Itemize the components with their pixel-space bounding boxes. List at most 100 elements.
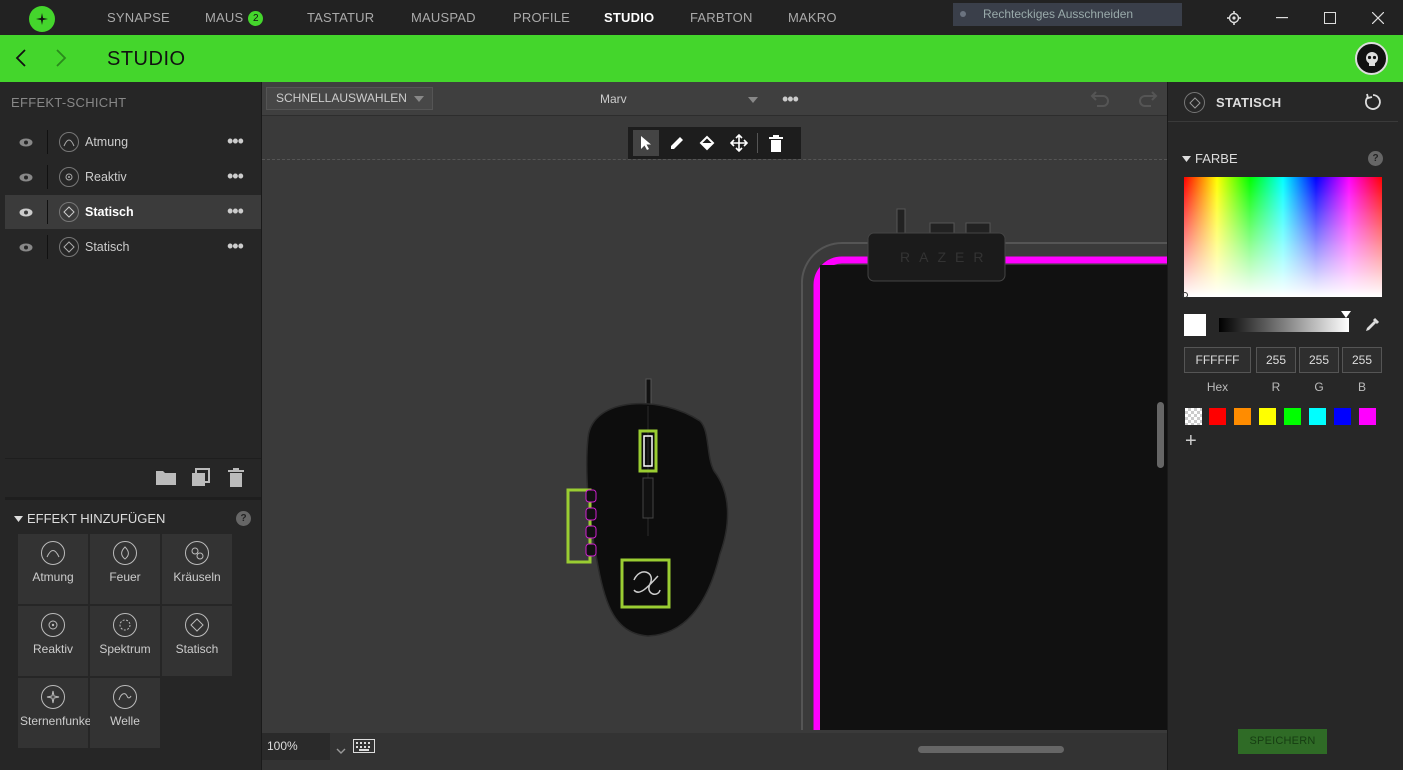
layer-row[interactable]: Statisch ••• [5, 230, 261, 264]
color-section-header[interactable]: FARBE [1182, 151, 1238, 166]
effect-tile-atmung[interactable]: Atmung [18, 534, 88, 604]
pencil-icon[interactable] [664, 130, 690, 156]
snipping-tool-overlay: Rechteckiges Ausschneiden [953, 3, 1182, 26]
quick-select-dropdown[interactable]: SCHNELLAUSWAHLEN [266, 87, 433, 110]
preset-orange[interactable] [1234, 408, 1251, 425]
collapse-caret-icon [1182, 155, 1191, 162]
nav-farbton[interactable]: FARBTON [690, 0, 753, 35]
more-options-icon[interactable]: ••• [227, 167, 261, 185]
eye-icon[interactable] [5, 173, 47, 182]
effect-tile-kraeuseln[interactable]: Kräuseln [162, 534, 232, 604]
brightness-slider-handle[interactable] [1341, 311, 1351, 318]
maximize-icon[interactable] [1310, 0, 1350, 35]
chevron-down-icon[interactable] [336, 742, 346, 760]
zoom-level[interactable]: 100% [262, 733, 330, 760]
eye-icon[interactable] [5, 138, 47, 147]
paint-bucket-icon[interactable] [695, 130, 721, 156]
hex-input[interactable]: FFFFFF [1184, 347, 1251, 373]
vertical-scrollbar[interactable] [1157, 402, 1164, 468]
blue-input[interactable]: 255 [1342, 347, 1382, 373]
redo-icon[interactable] [1138, 90, 1158, 113]
profile-dropdown[interactable]: Marv [590, 88, 767, 111]
nav-makro[interactable]: MAKRO [788, 0, 837, 35]
chevron-down-icon [414, 96, 424, 102]
layer-separator [47, 130, 48, 154]
layer-separator [47, 235, 48, 259]
fire-icon [113, 541, 137, 565]
nav-profile-label: PROFILE [513, 10, 571, 25]
trash-icon[interactable] [763, 130, 789, 156]
spectrum-cursor[interactable] [1182, 292, 1188, 298]
mousepad-device[interactable] [800, 205, 1167, 730]
tile-label: Atmung [32, 570, 74, 584]
mousepad-brand: RAZER [900, 249, 993, 265]
folder-icon[interactable] [156, 469, 176, 490]
more-options-icon[interactable]: ••• [782, 90, 816, 108]
preset-transparent[interactable] [1185, 408, 1202, 425]
green-input[interactable]: 255 [1299, 347, 1339, 373]
preset-yellow[interactable] [1259, 408, 1276, 425]
nav-studio[interactable]: STUDIO [604, 0, 654, 35]
tile-label: Spektrum [99, 642, 151, 656]
nav-profile[interactable]: PROFILE [513, 0, 570, 35]
save-button[interactable]: SPEICHERN [1238, 729, 1327, 754]
more-options-icon[interactable]: ••• [227, 132, 261, 150]
preset-blue[interactable] [1334, 408, 1351, 425]
static-icon [59, 237, 79, 257]
more-options-icon[interactable]: ••• [227, 202, 261, 220]
settings-gear-icon[interactable] [1214, 0, 1254, 35]
preset-cyan[interactable] [1309, 408, 1326, 425]
nav-synapse[interactable]: SYNAPSE [107, 0, 170, 35]
preset-green[interactable] [1284, 408, 1301, 425]
minimize-icon[interactable] [1262, 0, 1302, 35]
close-icon[interactable] [1358, 0, 1398, 35]
nav-mauspad[interactable]: MAUSPAD [411, 0, 476, 35]
undo-icon[interactable] [1090, 90, 1110, 113]
add-effect-title: EFFEKT HINZUFÜGEN [27, 511, 166, 526]
add-effect-header[interactable]: EFFEKT HINZUFÜGEN [14, 511, 165, 526]
horizontal-scrollbar[interactable] [918, 746, 1064, 753]
nav-tastatur[interactable]: TASTATUR [307, 0, 374, 35]
user-avatar[interactable] [1355, 42, 1388, 75]
effect-tile-spektrum[interactable]: Spektrum [90, 606, 160, 676]
effect-tile-sternenfunkeln[interactable]: Sternenfunkeln [18, 678, 101, 748]
layer-name: Statisch [85, 240, 130, 254]
trash-icon[interactable] [228, 468, 244, 492]
add-color-icon[interactable]: + [1185, 430, 1197, 453]
layer-row-selected[interactable]: Statisch ••• [5, 195, 261, 229]
keyboard-icon[interactable] [353, 739, 375, 758]
eyedropper-icon[interactable] [1364, 317, 1380, 338]
effect-tile-reaktiv[interactable]: Reaktiv [18, 606, 88, 676]
preset-red[interactable] [1209, 408, 1226, 425]
eye-icon[interactable] [5, 208, 47, 217]
back-arrow-icon[interactable] [14, 48, 28, 73]
move-icon[interactable] [726, 130, 752, 156]
layer-row[interactable]: Reaktiv ••• [5, 160, 261, 194]
mouse-device[interactable] [560, 376, 740, 640]
duplicate-icon[interactable] [191, 468, 210, 492]
more-options-icon[interactable]: ••• [227, 237, 261, 255]
nav-maus[interactable]: MAUS 2 [205, 0, 264, 35]
canvas-divider [262, 159, 1167, 160]
reset-icon[interactable] [1364, 93, 1382, 116]
help-icon[interactable]: ? [1368, 151, 1383, 166]
device-count-badge: 2 [248, 11, 264, 26]
effect-tile-welle[interactable]: Welle [90, 678, 160, 748]
pointer-icon[interactable] [633, 130, 659, 156]
effect-layer-title: EFFEKT-SCHICHT [11, 95, 127, 110]
forward-arrow-icon[interactable] [54, 48, 68, 73]
effect-tile-feuer[interactable]: Feuer [90, 534, 160, 604]
nav-maus-label: MAUS [205, 10, 244, 25]
color-spectrum-picker[interactable] [1184, 177, 1382, 297]
eye-icon[interactable] [5, 243, 47, 252]
red-input[interactable]: 255 [1256, 347, 1296, 373]
layer-row[interactable]: Atmung ••• [5, 125, 261, 159]
brightness-slider[interactable] [1219, 318, 1349, 332]
starlight-icon [41, 685, 65, 709]
razer-logo-icon[interactable] [29, 6, 55, 32]
nav-farbton-label: FARBTON [690, 10, 753, 25]
help-icon[interactable]: ? [236, 511, 251, 526]
preset-magenta[interactable] [1359, 408, 1376, 425]
breathing-icon [41, 541, 65, 565]
effect-tile-statisch[interactable]: Statisch [162, 606, 232, 676]
